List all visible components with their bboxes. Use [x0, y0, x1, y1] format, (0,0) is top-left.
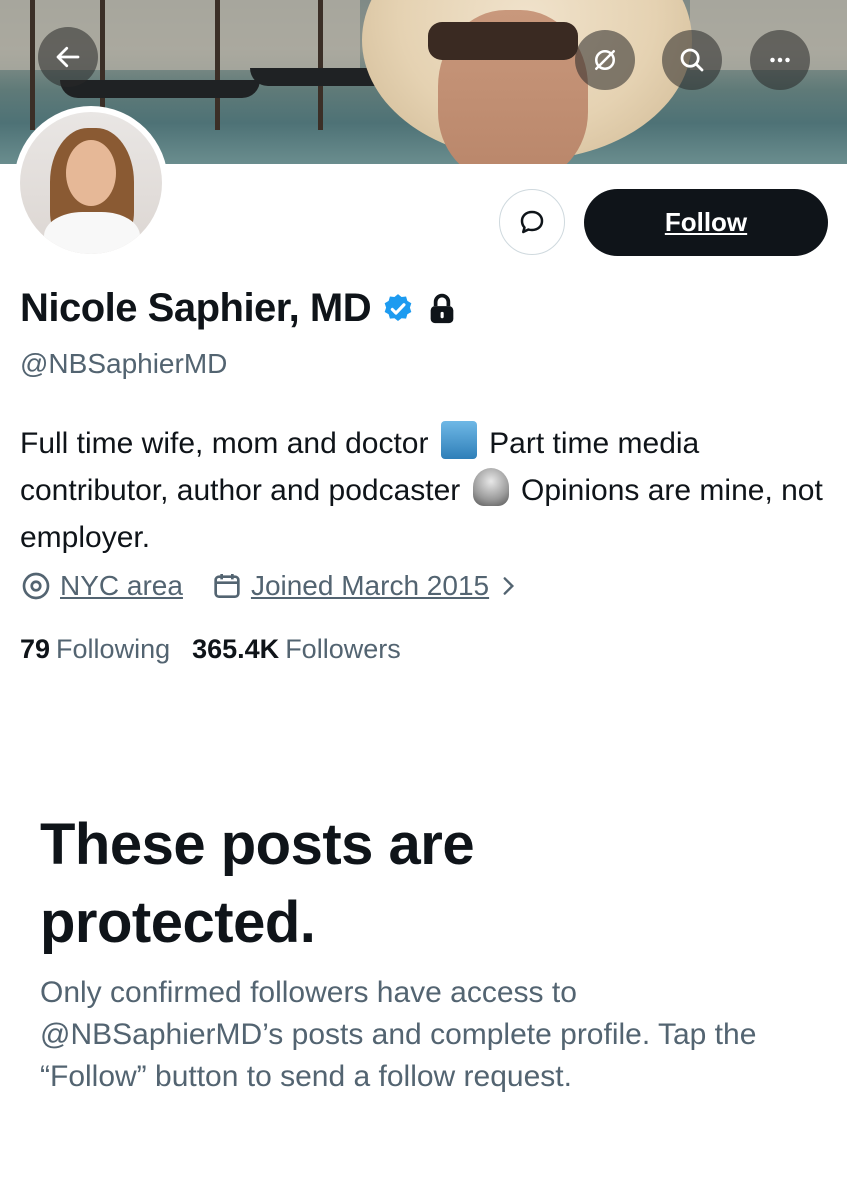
back-button[interactable] — [38, 27, 98, 87]
arrow-left-icon — [56, 46, 80, 68]
verified-badge-icon[interactable] — [381, 292, 415, 326]
calendar-icon — [214, 574, 240, 598]
search-icon — [680, 48, 704, 72]
follow-button[interactable]: Follow — [584, 189, 828, 256]
more-icon — [770, 57, 790, 63]
avatar[interactable] — [14, 106, 168, 260]
protected-description: Only confirmed followers have access to … — [40, 976, 757, 1093]
more-options-button[interactable] — [750, 30, 810, 90]
location-pin-icon — [22, 572, 50, 600]
message-icon — [520, 210, 544, 234]
following-label: Following — [56, 634, 171, 664]
followers-count: 365.4K — [192, 634, 280, 664]
search-button[interactable] — [662, 30, 722, 90]
joined-item[interactable]: Joined March 2015 — [211, 570, 529, 602]
followers-label: Followers — [285, 634, 401, 664]
grok-button[interactable] — [575, 30, 635, 90]
display-name: Nicole Saphier, MD — [20, 286, 372, 330]
xray-emoji-icon — [440, 421, 477, 459]
chevron-right-icon — [503, 577, 515, 595]
microphone-emoji-icon — [472, 468, 509, 506]
profile-meta: NYC area Joined March 2015 — [20, 570, 557, 602]
protected-title: These posts are protected. — [40, 812, 475, 955]
bio-text-1: Full time wife, mom and doctor — [20, 427, 429, 460]
lock-icon — [430, 293, 454, 323]
following-count: 79 — [20, 634, 51, 664]
message-button[interactable] — [499, 189, 565, 255]
user-handle: @NBSaphierMD — [20, 348, 228, 379]
profile-bio: Full time wife, mom and doctor Part time… — [20, 420, 830, 561]
follow-stats: 79 Following 365.4K Followers — [20, 634, 423, 665]
name-row: Nicole Saphier, MD — [20, 286, 457, 331]
location-item[interactable]: NYC area — [20, 570, 183, 602]
grok-icon — [595, 50, 615, 70]
following-stat[interactable]: 79 Following — [20, 634, 170, 665]
followers-stat[interactable]: 365.4K Followers — [192, 634, 401, 665]
joined-text: Joined March 2015 — [250, 570, 490, 601]
location-text: NYC area — [60, 570, 183, 601]
